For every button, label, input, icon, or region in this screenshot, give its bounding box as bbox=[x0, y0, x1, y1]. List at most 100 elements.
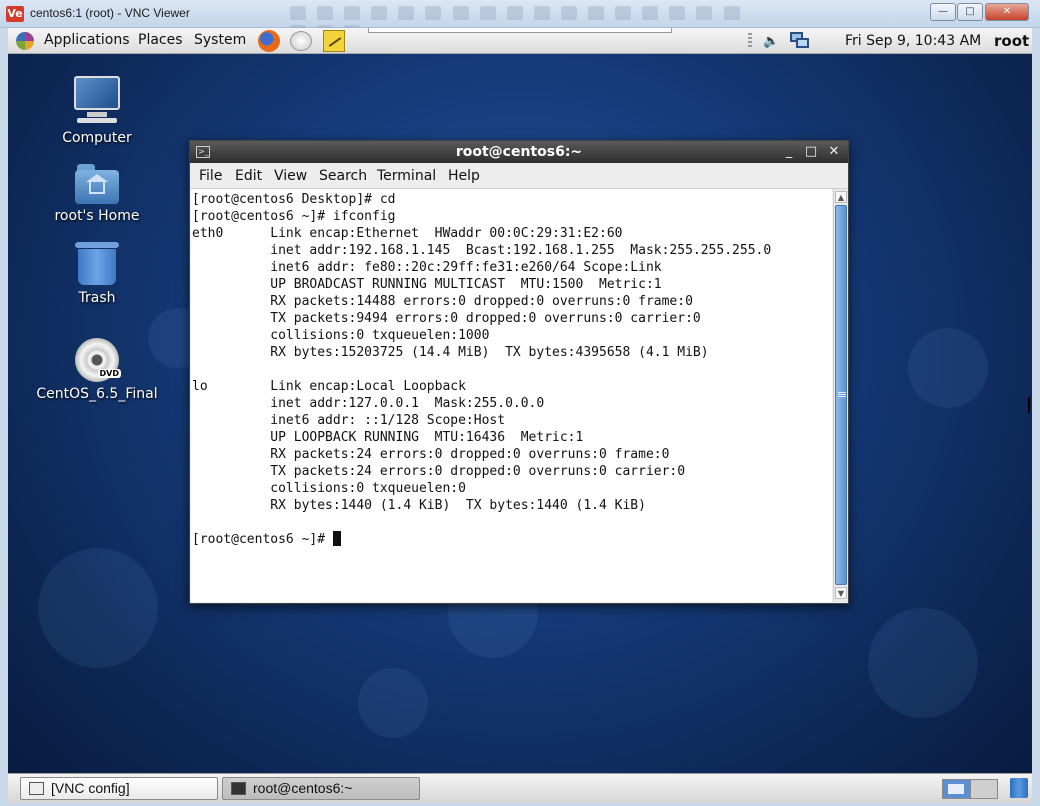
mouse-ibeam-cursor bbox=[1028, 397, 1030, 413]
toolbar-ghost-icon bbox=[533, 6, 550, 20]
toolbar-ghost-icon bbox=[290, 6, 306, 20]
scrollbar-thumb[interactable] bbox=[835, 205, 847, 585]
firefox-launcher-icon[interactable] bbox=[258, 30, 280, 52]
panel-window-slot bbox=[368, 28, 672, 33]
terminal-prompt-line: [root@centos6 ~]# bbox=[192, 531, 832, 548]
panel-clock[interactable]: Fri Sep 9, 10:43 AM bbox=[845, 33, 981, 49]
mail-clock-launcher-icon[interactable] bbox=[290, 31, 312, 51]
terminal-minimize-button[interactable]: _ bbox=[781, 144, 797, 160]
home-folder-icon bbox=[75, 164, 119, 204]
notes-launcher-icon[interactable] bbox=[323, 30, 345, 52]
workspace-1[interactable] bbox=[943, 780, 971, 798]
terminal-line: RX bytes:15203725 (14.4 MiB) TX bytes:43… bbox=[192, 345, 709, 360]
menu-system[interactable]: System bbox=[194, 32, 246, 48]
taskbar-item-vnc-config[interactable]: [VNC config] bbox=[20, 777, 218, 800]
window-icon bbox=[29, 782, 44, 795]
toolbar-ghost-icon bbox=[317, 6, 334, 20]
menu-edit[interactable]: Edit bbox=[235, 168, 262, 184]
desktop-icon-label: Trash bbox=[78, 290, 116, 306]
toolbar-ghost-icon bbox=[696, 6, 713, 20]
terminal-output[interactable]: [root@centos6 Desktop]# cd [root@centos6 … bbox=[191, 189, 832, 602]
toolbar-ghost-icon bbox=[398, 6, 415, 20]
terminal-line: UP BROADCAST RUNNING MULTICAST MTU:1500 … bbox=[192, 277, 662, 292]
panel-separator-handle[interactable] bbox=[748, 33, 752, 49]
menu-applications[interactable]: Applications bbox=[44, 32, 130, 48]
terminal-line: [root@centos6 ~]# ifconfig bbox=[192, 209, 396, 224]
applications-menu-icon[interactable] bbox=[16, 32, 34, 50]
toolbar-ghost-icon bbox=[425, 6, 442, 20]
terminal-line: collisions:0 txqueuelen:0 bbox=[192, 481, 474, 496]
gnome-top-panel: Applications Places System 🔈 Fri Sep 9, … bbox=[8, 28, 1032, 54]
terminal-close-button[interactable]: ✕ bbox=[826, 144, 842, 160]
wallpaper-bokeh bbox=[868, 608, 978, 718]
terminal-line: inet6 addr: ::1/128 Scope:Host bbox=[192, 413, 506, 428]
terminal-maximize-button[interactable]: □ bbox=[803, 144, 819, 160]
vnc-toolbar-faded bbox=[290, 5, 750, 39]
terminal-line: collisions:0 txqueuelen:1000 bbox=[192, 328, 498, 343]
trash-applet-icon[interactable] bbox=[1010, 778, 1028, 798]
terminal-scrollbar[interactable]: ▲ ▼ bbox=[833, 189, 848, 602]
panel-user-menu[interactable]: root bbox=[994, 32, 1029, 50]
vnc-close-button[interactable]: ✕ bbox=[985, 3, 1029, 21]
vnc-app-icon: Ve bbox=[6, 6, 24, 22]
terminal-line: TX packets:24 errors:0 dropped:0 overrun… bbox=[192, 464, 686, 479]
workspace-switcher[interactable] bbox=[942, 779, 998, 799]
desktop-icon-label: Computer bbox=[62, 130, 132, 146]
desktop-icon-home[interactable]: root's Home bbox=[22, 160, 172, 224]
scroll-up-arrow-icon[interactable]: ▲ bbox=[835, 191, 847, 203]
wallpaper-bokeh bbox=[908, 328, 988, 408]
terminal-lines: [root@centos6 Desktop]# cd [root@centos6 … bbox=[192, 191, 832, 531]
menu-search[interactable]: Search bbox=[319, 168, 367, 184]
terminal-line: inet6 addr: fe80::20c:29ff:fe31:e260/64 … bbox=[192, 260, 662, 275]
toolbar-ghost-icon bbox=[479, 6, 496, 20]
toolbar-ghost-icon bbox=[723, 6, 740, 20]
desktop-icon-trash[interactable]: Trash bbox=[22, 240, 172, 306]
toolbar-ghost-icon bbox=[642, 6, 659, 20]
terminal-line: RX bytes:1440 (1.4 KiB) TX bytes:1440 (1… bbox=[192, 498, 646, 513]
terminal-line: TX packets:9494 errors:0 dropped:0 overr… bbox=[192, 311, 701, 326]
desktop-icon-label: root's Home bbox=[54, 208, 140, 224]
computer-icon bbox=[74, 76, 120, 126]
remote-desktop-screen[interactable]: Applications Places System 🔈 Fri Sep 9, … bbox=[8, 28, 1032, 803]
terminal-line: [root@centos6 Desktop]# cd bbox=[192, 192, 396, 207]
taskbar-item-terminal[interactable]: root@centos6:~ bbox=[222, 777, 420, 800]
toolbar-ghost-icon bbox=[344, 6, 361, 20]
desktop-icon-dvd[interactable]: DVD CentOS_6.5_Final bbox=[22, 338, 172, 402]
menu-places[interactable]: Places bbox=[138, 32, 183, 48]
dvd-icon: DVD bbox=[75, 338, 121, 382]
terminal-line: RX packets:24 errors:0 dropped:0 overrun… bbox=[192, 447, 670, 462]
terminal-line: inet addr:192.168.1.145 Bcast:192.168.1.… bbox=[192, 243, 772, 258]
toolbar-ghost-icon bbox=[615, 6, 632, 20]
vnc-maximize-button[interactable]: □ bbox=[957, 3, 983, 21]
dvd-badge: DVD bbox=[97, 369, 121, 378]
vnc-minimize-button[interactable]: — bbox=[930, 3, 956, 21]
terminal-title: root@centos6:~ bbox=[455, 144, 583, 160]
terminal-line: UP LOOPBACK RUNNING MTU:16436 Metric:1 bbox=[192, 430, 584, 445]
wallpaper-bokeh bbox=[38, 548, 158, 668]
terminal-line: RX packets:14488 errors:0 dropped:0 over… bbox=[192, 294, 693, 309]
terminal-titlebar[interactable]: >_ root@centos6:~ _ □ ✕ bbox=[190, 141, 848, 163]
trash-icon bbox=[75, 242, 119, 286]
scroll-down-arrow-icon[interactable]: ▼ bbox=[835, 587, 847, 599]
desktop-icon-computer[interactable]: Computer bbox=[22, 76, 172, 146]
toolbar-ghost-icon bbox=[669, 6, 686, 20]
toolbar-ghost-icon bbox=[560, 6, 577, 20]
toolbar-ghost-icon bbox=[588, 6, 605, 20]
taskbar-item-label: [VNC config] bbox=[51, 780, 130, 796]
terminal-line: inet addr:127.0.0.1 Mask:255.0.0.0 bbox=[192, 396, 545, 411]
vnc-window-titlebar[interactable]: Ve centos6:1 (root) - VNC Viewer — □ ✕ bbox=[0, 0, 1040, 39]
menu-help[interactable]: Help bbox=[448, 168, 480, 184]
network-icon[interactable] bbox=[790, 32, 810, 50]
volume-icon[interactable]: 🔈 bbox=[763, 34, 779, 49]
text-cursor bbox=[332, 531, 341, 546]
terminal-menubar: File Edit View Search Terminal Help bbox=[190, 163, 848, 189]
terminal-window[interactable]: >_ root@centos6:~ _ □ ✕ File Edit View S… bbox=[189, 140, 849, 604]
wallpaper-bokeh bbox=[358, 668, 428, 738]
gnome-bottom-panel: [VNC config] root@centos6:~ bbox=[8, 773, 1032, 803]
menu-file[interactable]: File bbox=[199, 168, 222, 184]
menu-view[interactable]: View bbox=[274, 168, 307, 184]
terminal-prompt: [root@centos6 ~]# bbox=[192, 532, 333, 547]
menu-terminal[interactable]: Terminal bbox=[377, 168, 436, 184]
